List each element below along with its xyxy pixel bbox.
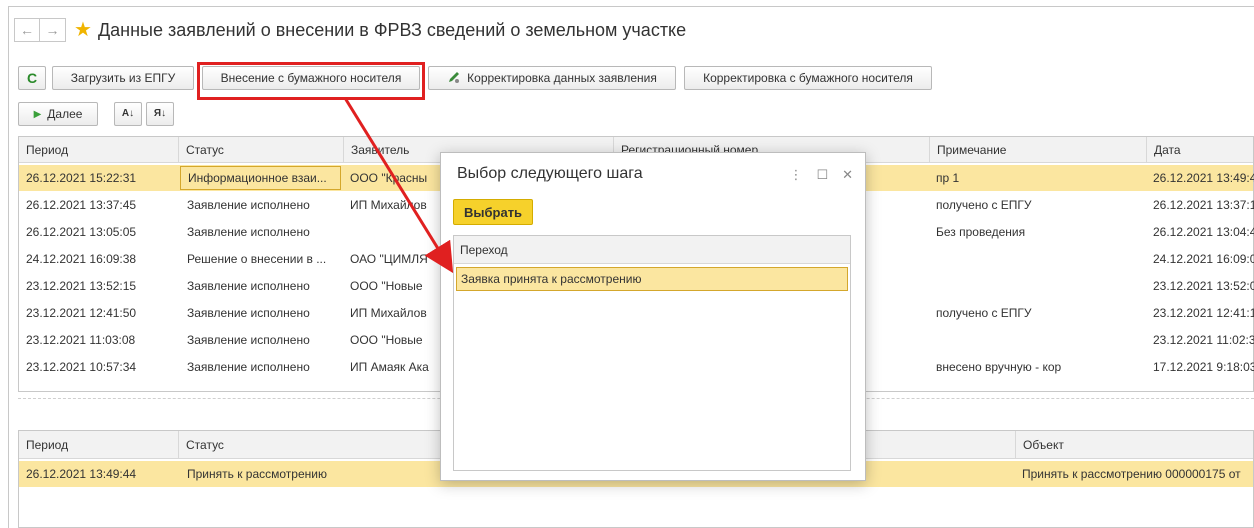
list-item[interactable]: Заявка принята к рассмотрению: [456, 267, 848, 291]
sort-ascending-button[interactable]: A↓: [114, 102, 142, 126]
cell-date: 17.12.2021 9:18:03: [1153, 360, 1254, 374]
cell-status: Решение о внесении в ...: [187, 252, 327, 266]
dialog-title: Выбор следующего шага: [457, 165, 643, 182]
cell-period: 26.12.2021 13:49:44: [26, 467, 137, 481]
cell-date: 26.12.2021 13:37:11: [1153, 198, 1254, 212]
correct-paper-button[interactable]: Корректировка с бумажного носителя: [684, 66, 932, 90]
cell-note: пр 1: [936, 171, 960, 185]
cell-note: Без проведения: [936, 225, 1026, 239]
column-header-object[interactable]: Объект: [1015, 431, 1254, 458]
correct-paper-label: Корректировка с бумажного носителя: [703, 71, 913, 85]
more-options-icon[interactable]: ⋮: [789, 167, 802, 183]
cell-period: 26.12.2021 13:05:05: [26, 225, 137, 239]
correct-data-label: Корректировка данных заявления: [467, 71, 657, 85]
favorite-star-icon[interactable]: ★: [74, 20, 92, 40]
dialog-controls: ⋮ ☐ ✕: [789, 167, 853, 183]
column-header-status[interactable]: Статус: [178, 137, 343, 162]
cell-date: 23.12.2021 12:41:18: [1153, 306, 1254, 320]
highlight-frame: [197, 62, 425, 100]
pencil-icon: [447, 70, 461, 87]
cell-period: 23.12.2021 13:52:15: [26, 279, 137, 293]
close-icon[interactable]: ✕: [842, 167, 853, 183]
load-from-epgu-label: Загрузить из ЕПГУ: [70, 71, 176, 85]
forward-arrow-icon[interactable]: →: [40, 18, 66, 42]
cell-period: 23.12.2021 11:03:08: [26, 333, 136, 347]
correct-data-button[interactable]: Корректировка данных заявления: [428, 66, 676, 90]
cell-date: 24.12.2021 16:09:05: [1153, 252, 1254, 266]
transitions-list: Переход Заявка принята к рассмотрению: [453, 235, 851, 471]
cell-status: Заявление исполнено: [187, 198, 310, 212]
cell-period: 24.12.2021 16:09:38: [26, 252, 137, 266]
cell-status: Заявление исполнено: [187, 279, 310, 293]
cell-status: Заявление исполнено: [187, 333, 310, 347]
maximize-icon[interactable]: ☐: [816, 167, 828, 183]
cell-period: 23.12.2021 12:41:50: [26, 306, 137, 320]
cell-period: 26.12.2021 13:37:45: [26, 198, 137, 212]
select-button[interactable]: Выбрать: [453, 199, 534, 225]
refresh-icon: C: [26, 70, 38, 86]
sort-ascending-icon: A↓: [121, 108, 135, 119]
cell-note: внесено вручную - кор: [936, 360, 1062, 374]
cell-note: [929, 246, 1146, 272]
back-arrow-icon[interactable]: ←: [14, 18, 40, 42]
cell-note: [929, 327, 1146, 353]
cell-date: 26.12.2021 13:04:49: [1153, 225, 1254, 239]
next-step-dialog: Выбор следующего шага ⋮ ☐ ✕ Выбрать Пере…: [440, 152, 866, 481]
cell-period: 26.12.2021 15:22:31: [26, 171, 137, 185]
cell-status: Заявление исполнено: [187, 306, 310, 320]
cell-date: 26.12.2021 13:49:44: [1153, 171, 1254, 185]
cell-status: Информационное взаи...: [180, 166, 341, 190]
column-header-note[interactable]: Примечание: [929, 137, 1146, 162]
play-icon: ▶: [33, 108, 42, 120]
cell-note: [929, 273, 1146, 299]
cell-period: 23.12.2021 10:57:34: [26, 360, 137, 374]
cell-object: Принять к рассмотрению 000000175 от: [1022, 467, 1241, 481]
refresh-button[interactable]: C: [18, 66, 46, 90]
sort-descending-button[interactable]: Я↓: [146, 102, 174, 126]
cell-date: 23.12.2021 13:52:04: [1153, 279, 1254, 293]
cell-note: получено с ЕПГУ: [936, 198, 1032, 212]
sort-descending-icon: Я↓: [153, 108, 167, 119]
column-header-period[interactable]: Период: [19, 137, 178, 162]
column-header-date[interactable]: Дата: [1146, 137, 1254, 162]
page-title: Данные заявлений о внесении в ФРВЗ сведе…: [97, 19, 687, 40]
cell-date: 23.12.2021 11:02:34: [1153, 333, 1254, 347]
list-header: Переход: [454, 236, 850, 264]
title-bar: ← → ★ Данные заявлений о внесении в ФРВЗ…: [14, 16, 686, 44]
next-button[interactable]: ▶ Далее: [18, 102, 98, 126]
cell-note: получено с ЕПГУ: [936, 306, 1032, 320]
next-label: Далее: [47, 107, 83, 121]
cell-status: Заявление исполнено: [187, 225, 310, 239]
load-from-epgu-button[interactable]: Загрузить из ЕПГУ: [52, 66, 194, 90]
cell-status: Заявление исполнено: [187, 360, 310, 374]
column-header-period[interactable]: Период: [19, 431, 178, 458]
